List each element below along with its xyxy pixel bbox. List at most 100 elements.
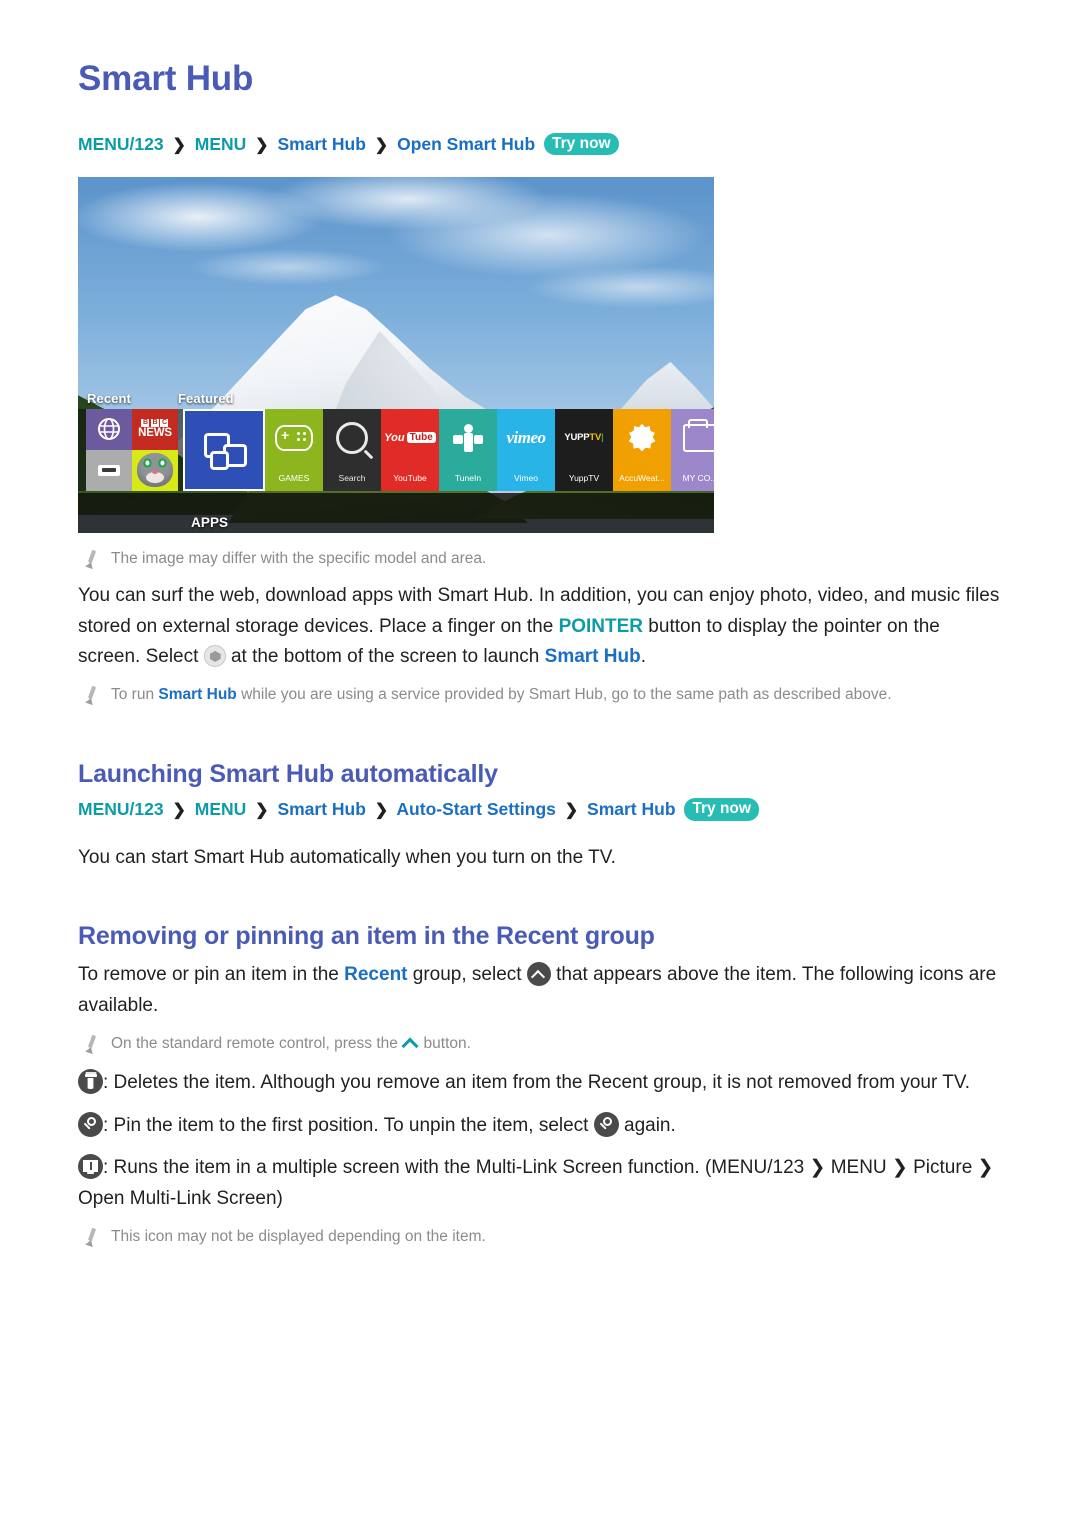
pin-part2: again. [618,1114,676,1136]
chevron-right-icon: ❯ [374,802,389,820]
pin-icon [78,1111,103,1137]
trash-icon [78,1068,103,1094]
icon-item-delete: : Deletes the item. Although you remove … [78,1068,1006,1099]
chevron-up-circle-icon [526,962,551,987]
chevron-right-icon: ❯ [804,1157,831,1179]
breadcrumb-item-open-multi-link-screen[interactable]: Open Multi-Link Screen [78,1188,277,1209]
section-title-remove-pin: Removing or pinning an item in the Recen… [78,922,655,951]
breadcrumb-item-menu[interactable]: MENU [195,134,247,154]
chevron-right-icon: ❯ [255,802,269,820]
intro-part4: . [640,646,647,668]
page-title: Smart Hub [78,59,254,98]
folder-icon [683,418,714,452]
chevron-up-icon [402,1036,419,1050]
breadcrumb-item-smart-hub-2[interactable]: Smart Hub [587,799,675,819]
section-title-auto-launch: Launching Smart Hub automatically [78,760,498,789]
document-page: Smart Hub MENU/123 ❯ MENU ❯ Smart Hub ❯ … [0,0,1080,1527]
intro-paragraph: You can surf the web, download apps with… [78,581,1006,673]
pencil-icon [84,550,100,568]
breadcrumb-item-open-smart-hub[interactable]: Open Smart Hub [397,134,535,154]
recent-tile-web-browser[interactable] [86,408,132,450]
recent-group-label: Recent [87,390,131,406]
featured-tile-search[interactable]: Search [323,408,381,491]
note-icon-may-not-display: This icon may not be displayed depending… [84,1225,1006,1249]
youtube-icon: You Tube [384,432,436,444]
featured-tile-label: Search [338,472,366,483]
featured-tile-apps[interactable] [183,408,265,491]
recent-tile-talking-tom[interactable] [132,449,178,491]
breadcrumb-auto-start: MENU/123 ❯ MENU ❯ Smart Hub ❯ Auto-Start… [78,798,1006,822]
featured-tile-accuweather[interactable]: AccuWeat... [613,408,671,491]
featured-tile-label: YuppTV [568,472,600,483]
remove-pin-body: To remove or pin an item in the Recent g… [78,960,1006,1022]
pin-icon [593,1111,619,1137]
recent-tile-hdmi-source[interactable] [86,449,132,491]
note-text: On the standard remote control, press th… [111,1032,1006,1056]
icon-item-pin: : Pin the item to the first position. To… [78,1111,1006,1142]
featured-tile-my-content[interactable]: MY CO... [671,408,714,491]
tv-bottom-bar [78,492,714,533]
note-prefix: To run [111,686,159,704]
breadcrumb-item-picture[interactable]: Picture [913,1157,972,1178]
featured-tile-games[interactable]: GAMES [265,408,323,491]
featured-tile-tunein[interactable]: TuneIn [439,408,497,491]
breadcrumb-item-auto-start-settings[interactable]: Auto-Start Settings [396,799,555,819]
pin-part1: : Pin the item to the first position. To… [103,1114,594,1136]
recent-keyword: Recent [587,1071,648,1093]
smart-hub-keyword: Smart Hub [544,646,641,668]
magnifier-icon [336,421,368,454]
note-suffix: while you are using a service provided b… [236,686,892,704]
breadcrumb-open-smart-hub: MENU/123 ❯ MENU ❯ Smart Hub ❯ Open Smart… [78,132,1006,157]
featured-tile-youtube[interactable]: You Tube YouTube [381,408,439,491]
breadcrumb-item-menu123[interactable]: MENU/123 [78,134,164,154]
featured-tile-yupptv[interactable]: YUPP TV | YuppTV [555,408,613,491]
note-text: To run Smart Hub while you are using a s… [111,683,1006,707]
note-suffix: button. [419,1034,471,1052]
multi-link-screen-icon [78,1154,103,1180]
pointer-keyword: POINTER [558,615,644,637]
note-text: The image may differ with the specific m… [111,549,487,567]
chevron-right-icon: ❯ [172,802,186,820]
gamepad-icon [275,424,313,451]
body-part1: To remove or pin an item in the [78,964,345,986]
intro-part3: at the bottom of the screen to launch [225,646,545,668]
try-now-badge[interactable]: Try now [544,132,619,155]
apps-icon [204,432,247,470]
chevron-right-icon: ❯ [255,136,269,154]
note-text: This icon may not be displayed depending… [111,1227,486,1245]
note-to-run-smart-hub: To run Smart Hub while you are using a s… [84,683,1006,707]
featured-tile-label: Vimeo [514,472,538,483]
breadcrumb-item-smart-hub[interactable]: Smart Hub [277,134,365,154]
multilink-part1: : Runs the item in a multiple screen wit… [103,1157,712,1179]
globe-icon [98,418,120,441]
breadcrumb-item-menu[interactable]: MENU [195,799,247,819]
cat-face-icon [137,453,173,488]
sun-icon [628,423,656,452]
icon-item-multilink: : Runs the item in a multiple screen wit… [78,1153,1006,1215]
breadcrumb-item-menu123[interactable]: MENU/123 [78,799,164,819]
page-content: Smart Hub MENU/123 ❯ MENU ❯ Smart Hub ❯ … [78,59,1006,1259]
chevron-right-icon: ❯ [172,136,186,154]
smart-hub-button-icon [203,645,226,668]
chevron-right-icon: ❯ [374,136,389,154]
recent-tile-bbc-news[interactable]: BBC NEWS [132,408,178,450]
bbc-news-text: NEWS [138,427,172,440]
featured-tile-label: YouTube [393,472,427,483]
featured-tile-label: TuneIn [454,472,482,483]
note-standard-remote: On the standard remote control, press th… [84,1032,1006,1056]
body-part2: group, select [407,964,527,986]
featured-group-label: Featured [178,390,234,406]
try-now-badge[interactable]: Try now [684,798,759,821]
breadcrumb-item-menu[interactable]: MENU [831,1157,887,1178]
smart-hub-keyword: Smart Hub [158,686,237,704]
bbc-news-icon: BBC [141,419,169,428]
yupptv-icon: YUPP TV | [564,432,604,444]
breadcrumb-item-menu123[interactable]: MENU/123 [711,1157,804,1178]
breadcrumb-item-smart-hub[interactable]: Smart Hub [277,799,365,819]
featured-tile-vimeo[interactable]: vimeo Vimeo [497,408,555,491]
note-image-differ: The image may differ with the specific m… [84,547,1006,571]
smart-hub-screenshot: Recent Featured APPS BBC NEWS + GAMES Se… [78,176,714,533]
pencil-icon [84,686,100,704]
vimeo-icon: vimeo [506,427,546,447]
delete-part1: : Deletes the item. Although you remove … [103,1071,588,1093]
